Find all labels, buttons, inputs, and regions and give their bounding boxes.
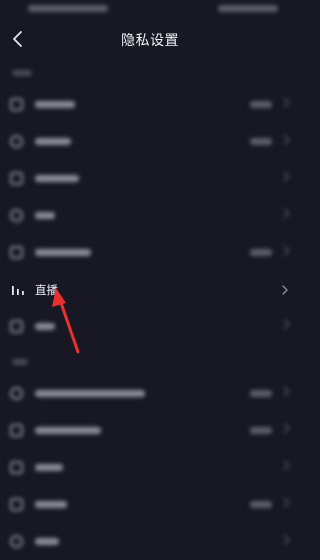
section-header xyxy=(0,345,300,375)
settings-row[interactable] xyxy=(0,449,300,486)
settings-row[interactable] xyxy=(0,86,300,123)
chevron-right-icon xyxy=(282,285,288,295)
live-label: 直播 xyxy=(35,283,58,297)
settings-row[interactable] xyxy=(0,412,300,449)
settings-row[interactable] xyxy=(0,523,300,560)
settings-list: 直播 xyxy=(0,56,300,560)
live-settings-row[interactable]: 直播 xyxy=(0,271,300,308)
page-title: 隐私设置 xyxy=(121,33,179,49)
status-bar-left xyxy=(28,5,108,12)
settings-row[interactable] xyxy=(0,375,300,412)
status-bar-right xyxy=(218,5,278,12)
bar-chart-icon xyxy=(12,286,24,295)
settings-row[interactable] xyxy=(0,234,300,271)
status-bar xyxy=(0,0,300,20)
settings-row[interactable] xyxy=(0,308,300,345)
settings-row[interactable] xyxy=(0,486,300,523)
section-header xyxy=(0,56,300,86)
nav-bar: 隐私设置 xyxy=(0,22,300,56)
settings-row[interactable] xyxy=(0,123,300,160)
settings-row[interactable] xyxy=(0,160,300,197)
settings-row[interactable] xyxy=(0,197,300,234)
